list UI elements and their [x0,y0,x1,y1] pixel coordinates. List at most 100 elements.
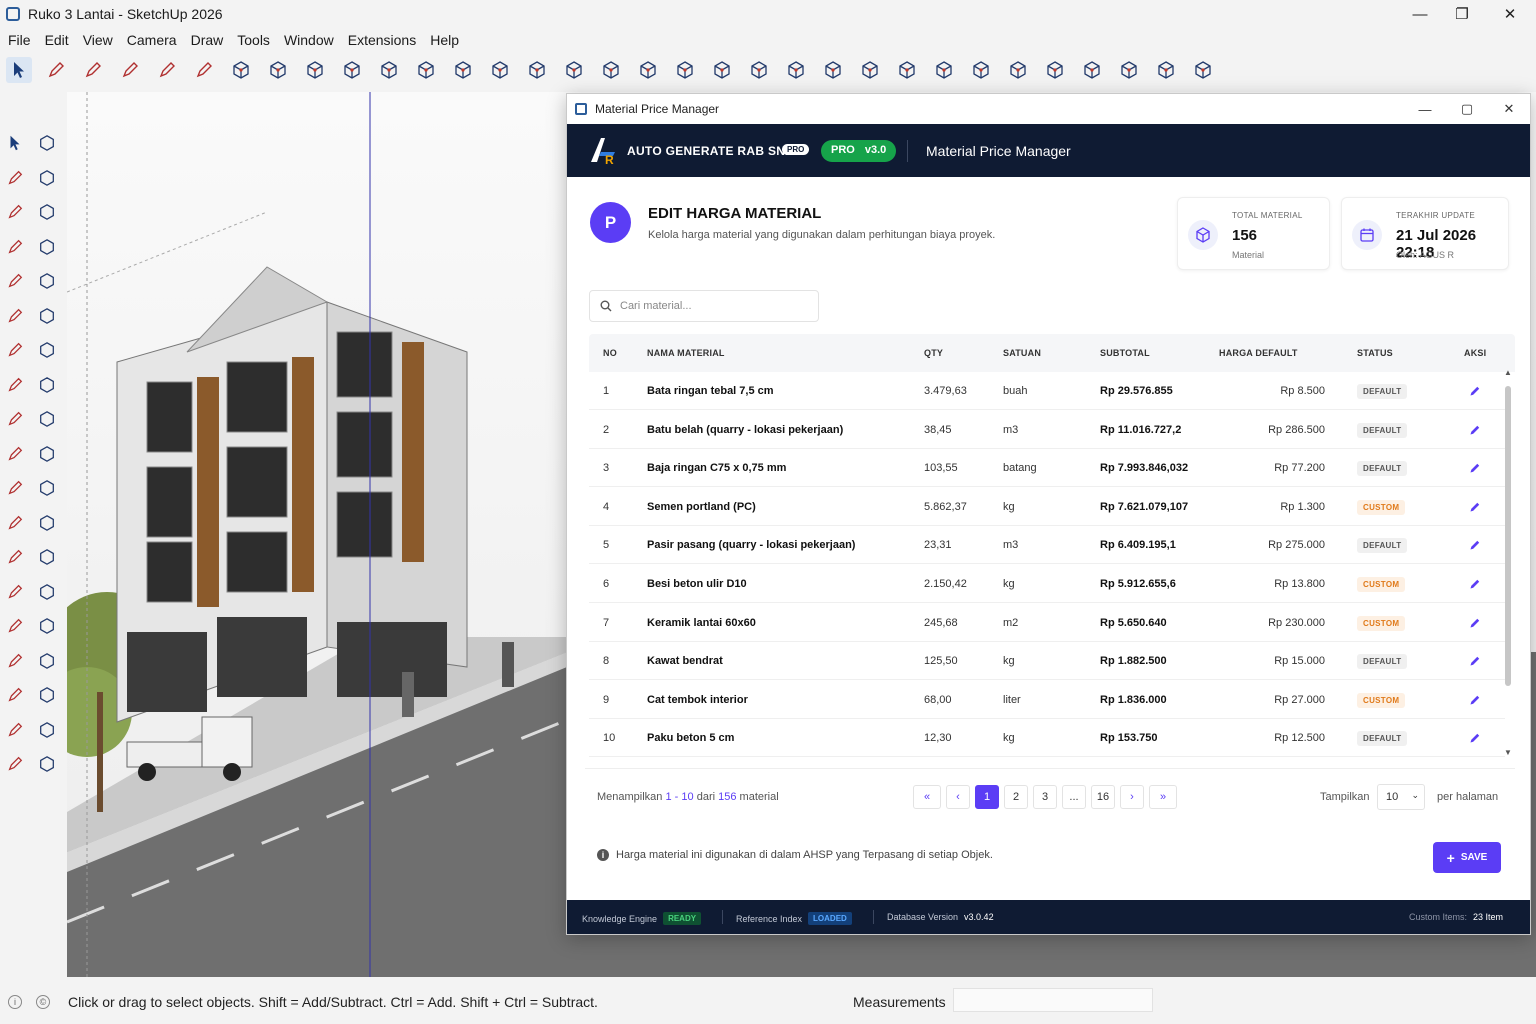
minimize-button[interactable]: — [1396,0,1444,28]
zoom-icon[interactable] [746,57,772,83]
table-row[interactable]: 5 Pasir pasang (quarry - lokasi pekerjaan… [589,526,1505,565]
front-view-icon[interactable] [894,57,920,83]
last-page-button[interactable]: » [1149,785,1177,809]
intersect-icon[interactable] [36,719,58,741]
warehouse-icon[interactable] [4,684,26,706]
close-button[interactable]: ✕ [1486,0,1534,28]
edit-pencil-icon[interactable] [1466,691,1484,709]
offset-tool-icon[interactable] [450,57,476,83]
trim-icon[interactable] [36,753,58,775]
solid-tools-icon[interactable] [4,719,26,741]
outer-shell-icon[interactable] [4,753,26,775]
back-view-icon[interactable] [968,57,994,83]
rectangle-icon[interactable] [36,236,58,258]
scroll-up-icon[interactable]: ▲ [1504,368,1512,377]
col-satuan[interactable]: SATUAN [1003,348,1041,358]
dialog-minimize-button[interactable]: — [1403,94,1447,124]
arc-2pt-icon[interactable] [36,339,58,361]
dimension-tool-icon[interactable] [524,57,550,83]
page-2-button[interactable]: 2 [1004,785,1028,809]
edit-pencil-icon[interactable] [1466,459,1484,477]
iso-view-icon[interactable] [820,57,846,83]
protractor-icon[interactable] [36,581,58,603]
sandbox-icon[interactable] [36,650,58,672]
text-tool-icon[interactable] [598,57,624,83]
dimension-icon[interactable] [36,512,58,534]
pie-icon[interactable] [36,374,58,396]
scrollbar-thumb[interactable] [1505,386,1511,686]
zoom-extents-icon[interactable] [783,57,809,83]
top-view-icon[interactable] [857,57,883,83]
search-input[interactable] [620,300,800,312]
axes-tool-icon[interactable] [635,57,661,83]
page-16-button[interactable]: 16 [1091,785,1115,809]
info-icon[interactable]: i [8,995,22,1009]
measurements-input[interactable] [953,988,1153,1012]
col-qty[interactable]: QTY [924,348,943,358]
save-button[interactable]: + SAVE [1433,842,1501,873]
table-row[interactable]: 6 Besi beton ulir D10 2.150,42 kg Rp 5.912.6… [589,565,1505,603]
arc-tool-icon[interactable] [228,57,254,83]
polygon-icon[interactable] [36,305,58,327]
search-box[interactable] [589,290,819,322]
scale-tool-icon[interactable] [413,57,439,83]
extension-icon[interactable] [36,684,58,706]
eraser-icon[interactable] [36,167,58,189]
section-icon[interactable] [4,581,26,603]
orbit-tool-icon[interactable] [36,132,58,154]
table-scrollbar[interactable]: ▲ ▼ [1504,368,1512,757]
paint-bucket-icon[interactable] [4,167,26,189]
table-row[interactable]: 4 Semen portland (PC) 5.862,37 kg Rp 7.621.0… [589,487,1505,526]
col-subtotal[interactable]: SUBTOTAL [1100,348,1150,358]
page-3-button[interactable]: 3 [1033,785,1057,809]
wireframe-icon[interactable] [1079,57,1105,83]
dialog-maximize-button[interactable]: ▢ [1445,94,1489,124]
freehand-icon[interactable] [36,201,58,223]
hidden-line-icon[interactable] [1116,57,1142,83]
rotate-tool-icon[interactable] [376,57,402,83]
paint-tool-icon[interactable] [154,57,180,83]
menu-view[interactable]: View [83,32,113,48]
pencil-tool-icon[interactable] [80,57,106,83]
rectangle-tool-icon[interactable] [265,57,291,83]
arc-icon[interactable] [4,339,26,361]
right-view-icon[interactable] [931,57,957,83]
look-around-icon[interactable] [4,650,26,672]
tape-measure-icon[interactable] [487,57,513,83]
page-1-button[interactable]: 1 [975,785,999,809]
tag-icon[interactable] [4,201,26,223]
table-row[interactable]: 10 Paku beton 5 cm 12,30 kg Rp 153.750 Rp 12.… [589,719,1505,758]
select-tool-icon[interactable] [6,57,32,83]
menu-window[interactable]: Window [284,32,334,48]
move-tool-icon[interactable] [339,57,365,83]
edit-pencil-icon[interactable] [1466,498,1484,516]
tape-icon[interactable] [4,512,26,534]
menu-tools[interactable]: Tools [237,32,270,48]
make-component-icon[interactable] [43,57,69,83]
position-camera-icon[interactable] [36,615,58,637]
rotate-icon[interactable] [4,443,26,465]
table-row[interactable]: 1 Bata ringan tebal 7,5 cm 3.479,63 buah Rp … [589,372,1505,410]
per-page-select[interactable]: 10 ⌄ [1377,784,1425,810]
menu-extensions[interactable]: Extensions [348,32,416,48]
scroll-down-icon[interactable]: ▼ [1504,748,1512,757]
edit-pencil-icon[interactable] [1466,536,1484,554]
table-row[interactable]: 7 Keramik lantai 60x60 245,68 m2 Rp 5.650.64… [589,603,1505,642]
menu-draw[interactable]: Draw [191,32,224,48]
scale-icon[interactable] [36,443,58,465]
xray-icon[interactable] [1042,57,1068,83]
move-icon[interactable] [36,408,58,430]
menu-camera[interactable]: Camera [127,32,177,48]
dialog-close-button[interactable]: ✕ [1487,94,1531,124]
offset-icon[interactable] [4,477,26,499]
shaded-icon[interactable] [1153,57,1179,83]
line-tool-icon[interactable] [191,57,217,83]
push-pull-icon[interactable] [302,57,328,83]
pan-icon[interactable] [709,57,735,83]
rect-rotated-icon[interactable] [4,270,26,292]
axes-icon[interactable] [36,546,58,568]
col-no[interactable]: NO [603,348,617,358]
edit-pencil-icon[interactable] [1466,421,1484,439]
walk-icon[interactable] [4,615,26,637]
menu-edit[interactable]: Edit [45,32,69,48]
